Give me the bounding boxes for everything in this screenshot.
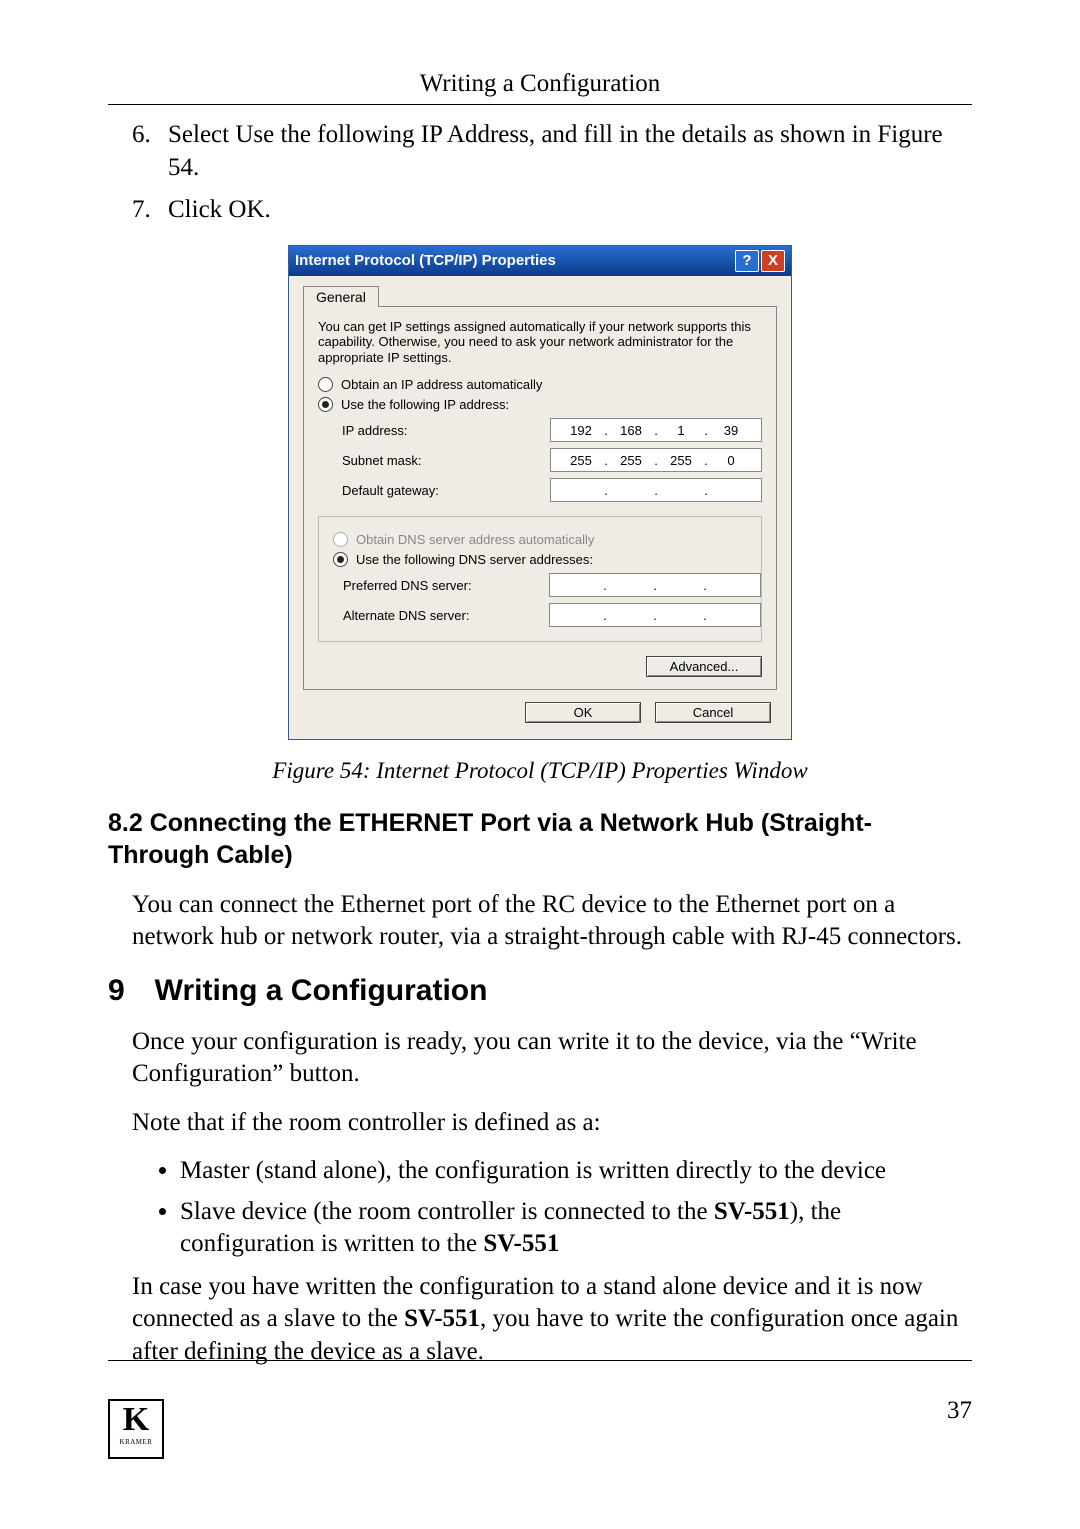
ip-octet-4[interactable] — [709, 422, 753, 439]
logo-letter: K — [123, 1403, 149, 1437]
label-gateway: Default gateway: — [342, 483, 439, 498]
para-8-2: You can connect the Ethernet port of the… — [132, 889, 972, 954]
gateway-octet-3[interactable] — [659, 482, 703, 499]
footer-rule — [108, 1360, 972, 1361]
radio-static-dns-label: Use the following DNS server addresses: — [356, 552, 593, 567]
page-number: 37 — [947, 1397, 972, 1425]
label-pref-dns: Preferred DNS server: — [343, 578, 472, 593]
radio-auto-dns: Obtain DNS server address automatically — [333, 532, 761, 547]
running-header: Writing a Configuration — [108, 70, 972, 98]
help-icon[interactable]: ? — [735, 250, 759, 272]
radio-static-dns[interactable]: Use the following DNS server addresses: — [333, 552, 761, 567]
label-subnet: Subnet mask: — [342, 453, 422, 468]
para-9-1: Once your configuration is ready, you ca… — [132, 1026, 972, 1091]
tab-general[interactable]: General — [303, 286, 379, 307]
subnet-octet-4[interactable] — [709, 452, 753, 469]
bullet-slave: Slave device (the room controller is con… — [180, 1196, 972, 1261]
radio-static-ip[interactable]: Use the following IP address: — [318, 397, 762, 412]
radio-icon — [318, 377, 333, 392]
close-icon[interactable]: X — [761, 250, 785, 272]
step-6: 6.Select Use the following IP Address, a… — [168, 119, 972, 184]
dialog-title: Internet Protocol (TCP/IP) Properties — [295, 252, 556, 269]
ip-octet-2[interactable] — [609, 422, 653, 439]
figure-caption: Figure 54: Internet Protocol (TCP/IP) Pr… — [108, 758, 972, 784]
brand-logo: K KRAMER — [108, 1399, 164, 1459]
label-ip: IP address: — [342, 423, 408, 438]
alt-dns-input[interactable]: . . . — [549, 603, 761, 627]
tcpip-dialog: Internet Protocol (TCP/IP) Properties ? … — [288, 245, 792, 741]
subnet-octet-2[interactable] — [609, 452, 653, 469]
ip-address-input[interactable]: . . . — [550, 418, 762, 442]
heading-8-2: 8.2 Connecting the ETHERNET Port via a N… — [108, 808, 972, 871]
step-7: 7.Click OK. — [168, 194, 972, 227]
heading-9: 9 Writing a Configuration — [108, 974, 972, 1008]
bullet-master: Master (stand alone), the configuration … — [180, 1155, 972, 1188]
radio-auto-ip-label: Obtain an IP address automatically — [341, 377, 542, 392]
radio-icon — [318, 397, 333, 412]
radio-icon — [333, 532, 348, 547]
para-9-2: Note that if the room controller is defi… — [132, 1107, 972, 1140]
gateway-octet-2[interactable] — [609, 482, 653, 499]
dialog-explanation: You can get IP settings assigned automat… — [318, 319, 762, 366]
radio-static-ip-label: Use the following IP address: — [341, 397, 509, 412]
para-9-3: In case you have written the configurati… — [132, 1271, 972, 1369]
logo-brand: KRAMER — [120, 1438, 153, 1446]
ok-button[interactable]: OK — [525, 702, 641, 723]
pref-dns-input[interactable]: . . . — [549, 573, 761, 597]
subnet-mask-input[interactable]: . . . — [550, 448, 762, 472]
gateway-input[interactable]: . . . — [550, 478, 762, 502]
radio-auto-dns-label: Obtain DNS server address automatically — [356, 532, 594, 547]
step-7-text: Click OK. — [168, 196, 271, 223]
advanced-button[interactable]: Advanced... — [646, 656, 762, 677]
dialog-titlebar: Internet Protocol (TCP/IP) Properties ? … — [289, 246, 791, 276]
radio-auto-ip[interactable]: Obtain an IP address automatically — [318, 377, 762, 392]
gateway-octet-4[interactable] — [709, 482, 753, 499]
subnet-octet-3[interactable] — [659, 452, 703, 469]
ip-octet-3[interactable] — [659, 422, 703, 439]
label-alt-dns: Alternate DNS server: — [343, 608, 469, 623]
header-rule — [108, 104, 972, 105]
radio-icon — [333, 552, 348, 567]
cancel-button[interactable]: Cancel — [655, 702, 771, 723]
gateway-octet-1[interactable] — [559, 482, 603, 499]
step-6-text: Select Use the following IP Address, and… — [168, 121, 943, 181]
subnet-octet-1[interactable] — [559, 452, 603, 469]
ip-octet-1[interactable] — [559, 422, 603, 439]
